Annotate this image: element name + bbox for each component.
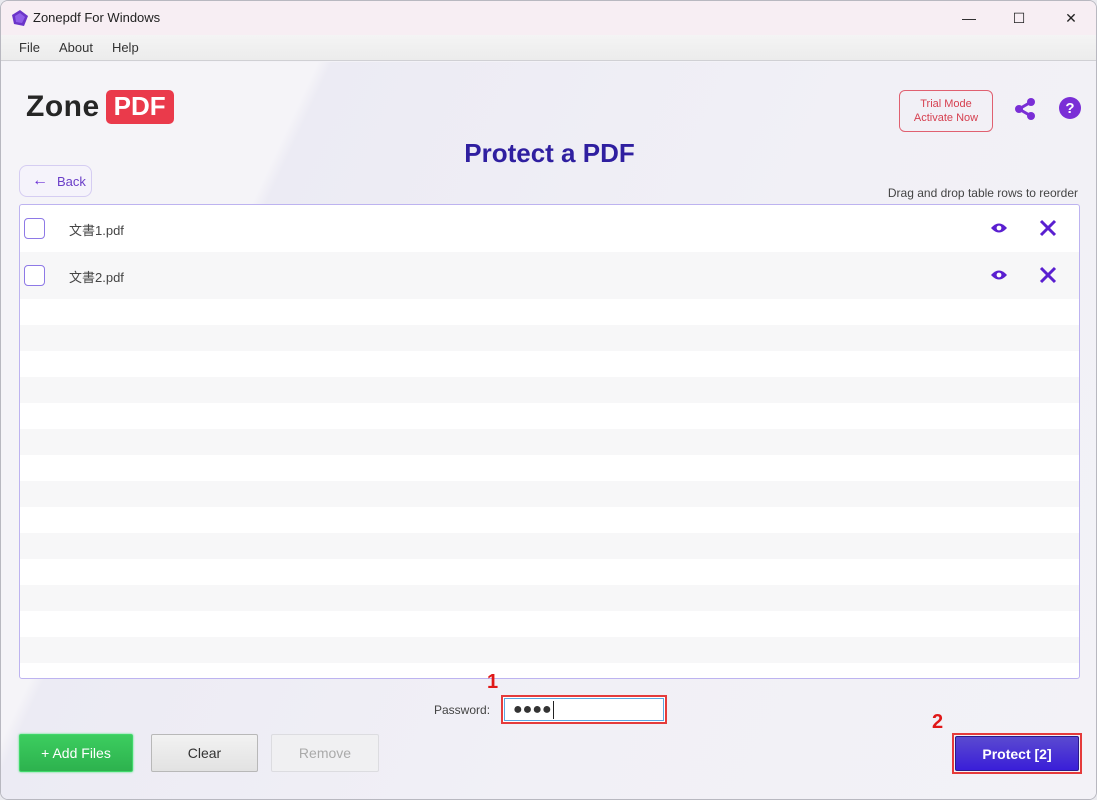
empty-row bbox=[20, 351, 1079, 377]
empty-row bbox=[20, 299, 1079, 325]
password-label: Password: bbox=[434, 703, 491, 717]
app-logo-icon bbox=[12, 10, 28, 26]
window-title: Zonepdf For Windows bbox=[33, 10, 161, 25]
file-name: 文書2.pdf bbox=[69, 270, 124, 285]
password-value: ●●●● bbox=[513, 700, 552, 718]
add-files-button[interactable]: + Add Files bbox=[19, 734, 133, 772]
trial-mode-label: Trial Mode bbox=[920, 98, 972, 110]
eye-icon[interactable] bbox=[990, 268, 1008, 282]
empty-row bbox=[20, 507, 1079, 533]
back-label: Back bbox=[57, 173, 86, 189]
menu-file[interactable]: File bbox=[19, 40, 40, 55]
empty-row bbox=[20, 663, 1079, 678]
file-checkbox[interactable] bbox=[24, 218, 45, 239]
protect-button[interactable]: Protect [2] bbox=[955, 736, 1079, 771]
logo-badge: PDF bbox=[105, 90, 174, 124]
empty-row bbox=[20, 455, 1079, 481]
empty-row bbox=[20, 611, 1079, 637]
app-window: Zonepdf For Windows — ☐ ✕ File About Hel… bbox=[0, 0, 1097, 800]
text-caret bbox=[552, 700, 554, 719]
clear-button[interactable]: Clear bbox=[151, 734, 258, 772]
remove-file-icon[interactable] bbox=[1037, 264, 1059, 286]
empty-row bbox=[20, 637, 1079, 663]
file-row[interactable]: 文書2.pdf bbox=[20, 252, 1079, 299]
maximize-button[interactable]: ☐ bbox=[994, 1, 1044, 35]
password-input[interactable]: ●●●● bbox=[501, 695, 667, 724]
protect-button-highlight: Protect [2] bbox=[952, 733, 1082, 774]
back-button[interactable]: ← Back bbox=[19, 165, 92, 197]
menu-bar: File About Help bbox=[1, 35, 1096, 61]
empty-row bbox=[20, 533, 1079, 559]
close-window-button[interactable]: ✕ bbox=[1046, 1, 1096, 35]
title-bar: Zonepdf For Windows — ☐ ✕ bbox=[1, 1, 1096, 35]
help-icon[interactable]: ? bbox=[1059, 97, 1081, 119]
file-name: 文書1.pdf bbox=[69, 223, 124, 238]
empty-row bbox=[20, 429, 1079, 455]
remove-button[interactable]: Remove bbox=[271, 734, 379, 772]
main-content: Zone PDF Trial Mode Activate Now ? Prote… bbox=[1, 62, 1096, 799]
trial-activate-button[interactable]: Trial Mode Activate Now bbox=[899, 90, 993, 132]
minimize-button[interactable]: — bbox=[944, 1, 994, 35]
menu-about[interactable]: About bbox=[59, 40, 93, 55]
empty-row bbox=[20, 585, 1079, 611]
empty-row bbox=[20, 559, 1079, 585]
empty-row bbox=[20, 403, 1079, 429]
file-checkbox[interactable] bbox=[24, 265, 45, 286]
logo-text: Zone bbox=[26, 90, 100, 123]
annotation-step-1: 1 bbox=[487, 671, 499, 693]
share-icon[interactable] bbox=[1013, 97, 1037, 121]
empty-row bbox=[20, 481, 1079, 507]
zonepdf-logo: Zone PDF bbox=[26, 90, 174, 124]
empty-row bbox=[20, 377, 1079, 403]
page-title: Protect a PDF bbox=[464, 138, 635, 168]
eye-icon[interactable] bbox=[990, 221, 1008, 235]
annotation-step-2: 2 bbox=[932, 711, 944, 733]
arrow-left-icon: ← bbox=[32, 172, 48, 189]
file-table[interactable]: 文書1.pdf 文書2.pdf bbox=[19, 204, 1080, 679]
remove-file-icon[interactable] bbox=[1037, 217, 1059, 239]
file-row[interactable]: 文書1.pdf bbox=[20, 205, 1079, 252]
empty-row bbox=[20, 325, 1079, 351]
menu-help[interactable]: Help bbox=[112, 40, 139, 55]
drag-hint: Drag and drop table rows to reorder bbox=[887, 186, 1078, 200]
activate-now-label: Activate Now bbox=[913, 112, 979, 124]
